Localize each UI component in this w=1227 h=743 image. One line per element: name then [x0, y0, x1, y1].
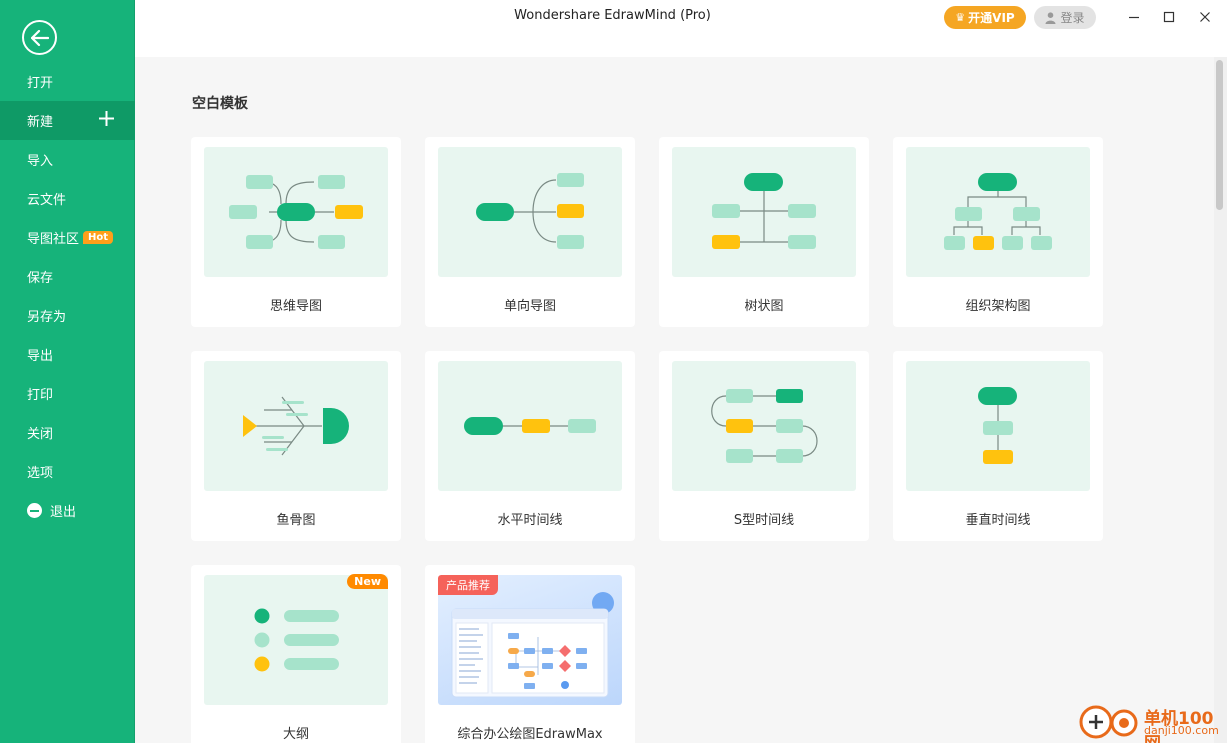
template-label: 垂直时间线: [965, 513, 1031, 528]
sidebar-item-label: 云文件: [27, 193, 67, 208]
sidebar-item-options[interactable]: 选项: [0, 452, 135, 491]
new-badge: New: [347, 574, 388, 589]
watermark-url: danji100.com: [1144, 724, 1219, 737]
watermark-logo-icon: [1079, 705, 1138, 739]
sidebar-item-label: 打印: [27, 388, 54, 403]
s-timeline-thumbnail: [672, 361, 856, 491]
template-card-h-timeline[interactable]: 水平时间线: [425, 351, 635, 541]
sidebar-item-open[interactable]: 打开: [0, 62, 135, 101]
hot-badge: Hot: [83, 231, 114, 244]
sidebar-item-cloud[interactable]: 云文件: [0, 179, 135, 218]
section-title: 空白模板: [192, 96, 248, 112]
sidebar-item-export[interactable]: 导出: [0, 335, 135, 374]
maximize-icon[interactable]: [1160, 8, 1178, 26]
sidebar-item-label: 打开: [27, 76, 54, 91]
sidebar-item-label: 选项: [27, 466, 54, 481]
sidebar-item-exit[interactable]: 退出: [0, 491, 135, 530]
org-chart-thumbnail: [906, 147, 1090, 277]
sidebar-menu: 打开 新建 导入 云文件 导图社区 Hot 保存 另存为 导出 打印 关闭 选项…: [0, 62, 135, 530]
site-watermark: 单机100网 danji100.com: [1078, 700, 1227, 743]
tree-chart-thumbnail: [672, 147, 856, 277]
template-card-org[interactable]: 组织架构图: [893, 137, 1103, 327]
title-bar: Wondershare EdrawMind (Pro) ♛ 开通VIP 登录: [135, 0, 1227, 57]
scrollbar-thumb[interactable]: [1216, 60, 1223, 210]
template-label: 树状图: [744, 299, 784, 314]
sidebar-item-save-as[interactable]: 另存为: [0, 296, 135, 335]
plus-icon[interactable]: [98, 110, 115, 127]
horizontal-timeline-thumbnail: [438, 361, 622, 491]
login-button[interactable]: 登录: [1034, 6, 1096, 29]
template-card-tree[interactable]: 树状图: [659, 137, 869, 327]
template-label: 鱼骨图: [276, 513, 316, 528]
mindmap-thumbnail: [204, 147, 388, 277]
sidebar-item-label: 退出: [50, 505, 77, 520]
sidebar-item-label: 关闭: [27, 427, 54, 442]
user-icon: [1045, 11, 1056, 24]
sidebar-item-label: 新建: [27, 115, 54, 130]
vip-button[interactable]: ♛ 开通VIP: [944, 6, 1026, 29]
sidebar-item-new[interactable]: 新建: [0, 101, 135, 140]
minimize-icon[interactable]: [1125, 8, 1143, 26]
template-card-outline[interactable]: New 大纲: [191, 565, 401, 743]
sidebar-item-label: 另存为: [27, 310, 67, 325]
promo-badge: 产品推荐: [438, 575, 498, 595]
sidebar-item-community[interactable]: 导图社区 Hot: [0, 218, 135, 257]
exit-icon: [27, 503, 42, 518]
edrawmax-thumbnail: 产品推荐: [438, 575, 622, 705]
vertical-timeline-thumbnail: [906, 361, 1090, 491]
sidebar-item-save[interactable]: 保存: [0, 257, 135, 296]
template-label: 单向导图: [503, 299, 556, 314]
sidebar-item-label: 导图社区: [27, 232, 80, 247]
crown-icon: ♛: [955, 11, 966, 24]
template-label: 组织架构图: [965, 299, 1031, 314]
template-label: S型时间线: [733, 513, 795, 528]
back-arrow-icon[interactable]: [22, 20, 57, 55]
template-card-s-timeline[interactable]: S型时间线: [659, 351, 869, 541]
one-way-map-thumbnail: [438, 147, 622, 277]
template-label: 大纲: [282, 727, 309, 742]
sidebar: 打开 新建 导入 云文件 导图社区 Hot 保存 另存为 导出 打印 关闭 选项…: [0, 0, 135, 743]
close-icon[interactable]: [1196, 8, 1214, 26]
template-label: 综合办公绘图EdrawMax: [457, 727, 603, 742]
template-gallery: 空白模板 思维导图 单向导图 树状图 组织架构图 鱼骨图 水平时间线 S型时间线…: [135, 57, 1214, 743]
template-card-edrawmax[interactable]: 产品推荐 综合办公绘图EdrawMax: [425, 565, 635, 743]
sidebar-item-label: 导入: [27, 154, 54, 169]
vip-label: 开通VIP: [968, 11, 1015, 25]
outline-thumbnail: [204, 575, 388, 705]
login-label: 登录: [1060, 11, 1085, 25]
template-label: 水平时间线: [497, 513, 563, 528]
sidebar-item-import[interactable]: 导入: [0, 140, 135, 179]
sidebar-item-label: 导出: [27, 349, 54, 364]
sidebar-item-close[interactable]: 关闭: [0, 413, 135, 452]
sidebar-item-print[interactable]: 打印: [0, 374, 135, 413]
template-card-fishbone[interactable]: 鱼骨图: [191, 351, 401, 541]
template-label: 思维导图: [269, 299, 322, 314]
template-card-one-way[interactable]: 单向导图: [425, 137, 635, 327]
sidebar-item-label: 保存: [27, 271, 54, 286]
template-card-v-timeline[interactable]: 垂直时间线: [893, 351, 1103, 541]
vertical-scrollbar[interactable]: [1214, 57, 1227, 743]
fishbone-thumbnail: [204, 361, 388, 491]
template-card-mindmap[interactable]: 思维导图: [191, 137, 401, 327]
